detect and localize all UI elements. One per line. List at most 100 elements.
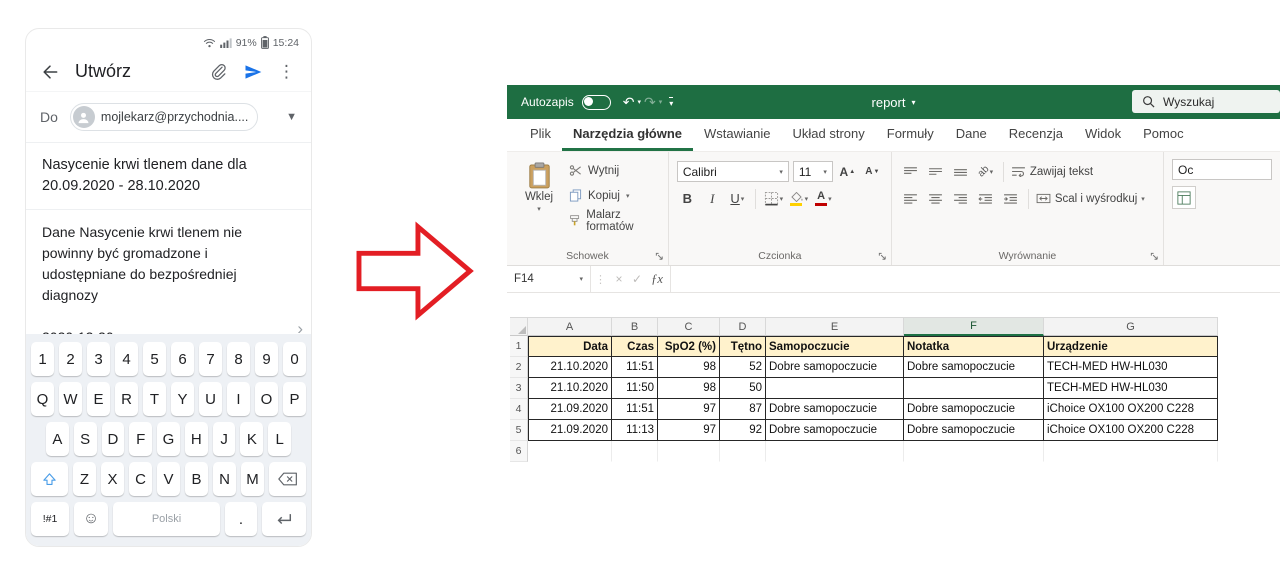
key[interactable]: 7 bbox=[199, 342, 222, 376]
row-number[interactable]: 4 bbox=[510, 399, 528, 420]
document-title[interactable]: report ▾ bbox=[872, 95, 916, 110]
key[interactable]: X bbox=[101, 462, 124, 496]
key[interactable]: 3 bbox=[87, 342, 110, 376]
redo-icon[interactable]: ↷ bbox=[644, 95, 656, 109]
cancel-icon[interactable]: × bbox=[610, 272, 628, 286]
key[interactable]: Y bbox=[171, 382, 194, 416]
table-cell[interactable]: 21.09.2020 bbox=[528, 399, 612, 420]
font-color-button[interactable]: A ▾ bbox=[813, 188, 834, 209]
merge-center-button[interactable] bbox=[1036, 188, 1051, 209]
table-cell[interactable]: 92 bbox=[720, 420, 766, 441]
key[interactable]: D bbox=[101, 422, 125, 456]
key[interactable]: F bbox=[129, 422, 153, 456]
dialog-launcher-icon[interactable] bbox=[878, 252, 887, 261]
recipient-chip[interactable]: mojlekarz@przychodnia.... bbox=[69, 103, 259, 131]
key[interactable]: C bbox=[129, 462, 152, 496]
column-header[interactable]: D bbox=[720, 317, 766, 336]
merge-center-label[interactable]: Scal i wyśrodkuj bbox=[1055, 193, 1137, 205]
key[interactable]: W bbox=[59, 382, 82, 416]
undo-icon[interactable]: ↶ bbox=[623, 95, 635, 109]
increase-indent-button[interactable] bbox=[1000, 188, 1021, 209]
table-cell[interactable]: 98 bbox=[658, 357, 720, 378]
symbols-key[interactable]: !#1 bbox=[31, 502, 69, 536]
dialog-launcher-icon[interactable] bbox=[1150, 252, 1159, 261]
key[interactable]: 6 bbox=[171, 342, 194, 376]
table-cell[interactable]: 21.10.2020 bbox=[528, 378, 612, 399]
header-cell[interactable]: Samopoczucie bbox=[766, 336, 904, 357]
format-painter-button[interactable]: Malarz formatów bbox=[569, 209, 660, 233]
select-all-corner[interactable] bbox=[510, 317, 528, 336]
column-header[interactable]: A bbox=[528, 317, 612, 336]
key[interactable]: K bbox=[240, 422, 264, 456]
font-size-combo[interactable]: 11 ▾ bbox=[792, 161, 833, 182]
ribbon-tab[interactable]: Narzędzia główne bbox=[561, 119, 694, 151]
header-cell[interactable]: Notatka bbox=[904, 336, 1044, 357]
undo-dropdown-icon[interactable]: ▾ bbox=[637, 98, 641, 106]
row-number[interactable]: 5 bbox=[510, 420, 528, 441]
orientation-button[interactable]: ab ▾ bbox=[975, 161, 996, 182]
row-number[interactable]: 2 bbox=[510, 357, 528, 378]
table-cell[interactable] bbox=[766, 441, 904, 462]
key[interactable]: N bbox=[213, 462, 236, 496]
table-cell[interactable]: Dobre samopoczucie bbox=[904, 399, 1044, 420]
autosave-toggle[interactable] bbox=[581, 94, 611, 110]
underline-button[interactable]: U ▾ bbox=[727, 188, 748, 209]
space-key[interactable]: Polski bbox=[113, 502, 220, 536]
key[interactable]: O bbox=[255, 382, 278, 416]
key[interactable]: 4 bbox=[115, 342, 138, 376]
table-cell[interactable]: iChoice OX100 OX200 C228 bbox=[1044, 399, 1218, 420]
ribbon-tab[interactable]: Widok bbox=[1074, 119, 1132, 151]
bold-button[interactable]: B bbox=[677, 188, 698, 209]
table-cell[interactable]: 97 bbox=[658, 399, 720, 420]
key[interactable]: 5 bbox=[143, 342, 166, 376]
ribbon-tab[interactable]: Dane bbox=[945, 119, 998, 151]
key[interactable]: 0 bbox=[283, 342, 306, 376]
table-cell[interactable]: 97 bbox=[658, 420, 720, 441]
subject-field[interactable]: Nasycenie krwi tlenem dane dla 20.09.202… bbox=[26, 143, 311, 211]
key[interactable]: J bbox=[212, 422, 236, 456]
confirm-icon[interactable]: ✓ bbox=[628, 272, 646, 286]
number-format-icon-button[interactable] bbox=[1172, 186, 1196, 209]
italic-button[interactable]: I bbox=[702, 188, 723, 209]
formula-input[interactable] bbox=[670, 266, 1280, 292]
align-right-button[interactable] bbox=[950, 188, 971, 209]
key[interactable]: M bbox=[241, 462, 264, 496]
backspace-key[interactable] bbox=[269, 462, 306, 496]
ribbon-tab[interactable]: Recenzja bbox=[998, 119, 1074, 151]
table-cell[interactable]: 52 bbox=[720, 357, 766, 378]
overflow-menu-icon[interactable]: ⋮ bbox=[278, 63, 295, 80]
period-key[interactable]: . bbox=[225, 502, 257, 536]
to-field-row[interactable]: Do mojlekarz@przychodnia.... ▼ bbox=[26, 92, 311, 143]
key[interactable]: S bbox=[73, 422, 97, 456]
key[interactable]: U bbox=[199, 382, 222, 416]
name-box[interactable]: F14 ▾ bbox=[507, 266, 591, 292]
key[interactable]: I bbox=[227, 382, 250, 416]
redo-dropdown-icon[interactable]: ▾ bbox=[659, 98, 663, 106]
copy-button[interactable]: Kopiuj ▾ bbox=[569, 186, 660, 205]
back-arrow-icon[interactable] bbox=[40, 62, 60, 82]
key[interactable]: R bbox=[115, 382, 138, 416]
key[interactable]: G bbox=[157, 422, 180, 456]
insert-function-icon[interactable]: ƒx bbox=[646, 272, 668, 287]
align-bottom-button[interactable] bbox=[950, 161, 971, 182]
key[interactable]: L bbox=[268, 422, 292, 456]
cut-button[interactable]: Wytnij bbox=[569, 161, 660, 180]
table-cell[interactable] bbox=[720, 441, 766, 462]
table-cell[interactable]: iChoice OX100 OX200 C228 bbox=[1044, 420, 1218, 441]
header-cell[interactable]: Tętno bbox=[720, 336, 766, 357]
table-cell[interactable]: Dobre samopoczucie bbox=[766, 420, 904, 441]
row-number[interactable]: 3 bbox=[510, 378, 528, 399]
align-top-button[interactable] bbox=[900, 161, 921, 182]
key[interactable]: Z bbox=[73, 462, 96, 496]
key[interactable]: A bbox=[46, 422, 69, 456]
row-number[interactable]: 6 bbox=[510, 441, 528, 462]
grow-font-button[interactable]: A ▲ bbox=[837, 161, 858, 182]
paste-button[interactable]: Wklej ▾ bbox=[515, 159, 563, 247]
font-name-combo[interactable]: Calibri ▾ bbox=[676, 161, 789, 182]
table-cell[interactable]: Dobre samopoczucie bbox=[766, 357, 904, 378]
ribbon-tab[interactable]: Wstawianie bbox=[693, 119, 781, 151]
ribbon-tab[interactable]: Formuły bbox=[876, 119, 945, 151]
table-cell[interactable]: 11:51 bbox=[612, 399, 658, 420]
table-cell[interactable]: 21.09.2020 bbox=[528, 420, 612, 441]
ribbon-tab[interactable]: Pomoc bbox=[1132, 119, 1194, 151]
